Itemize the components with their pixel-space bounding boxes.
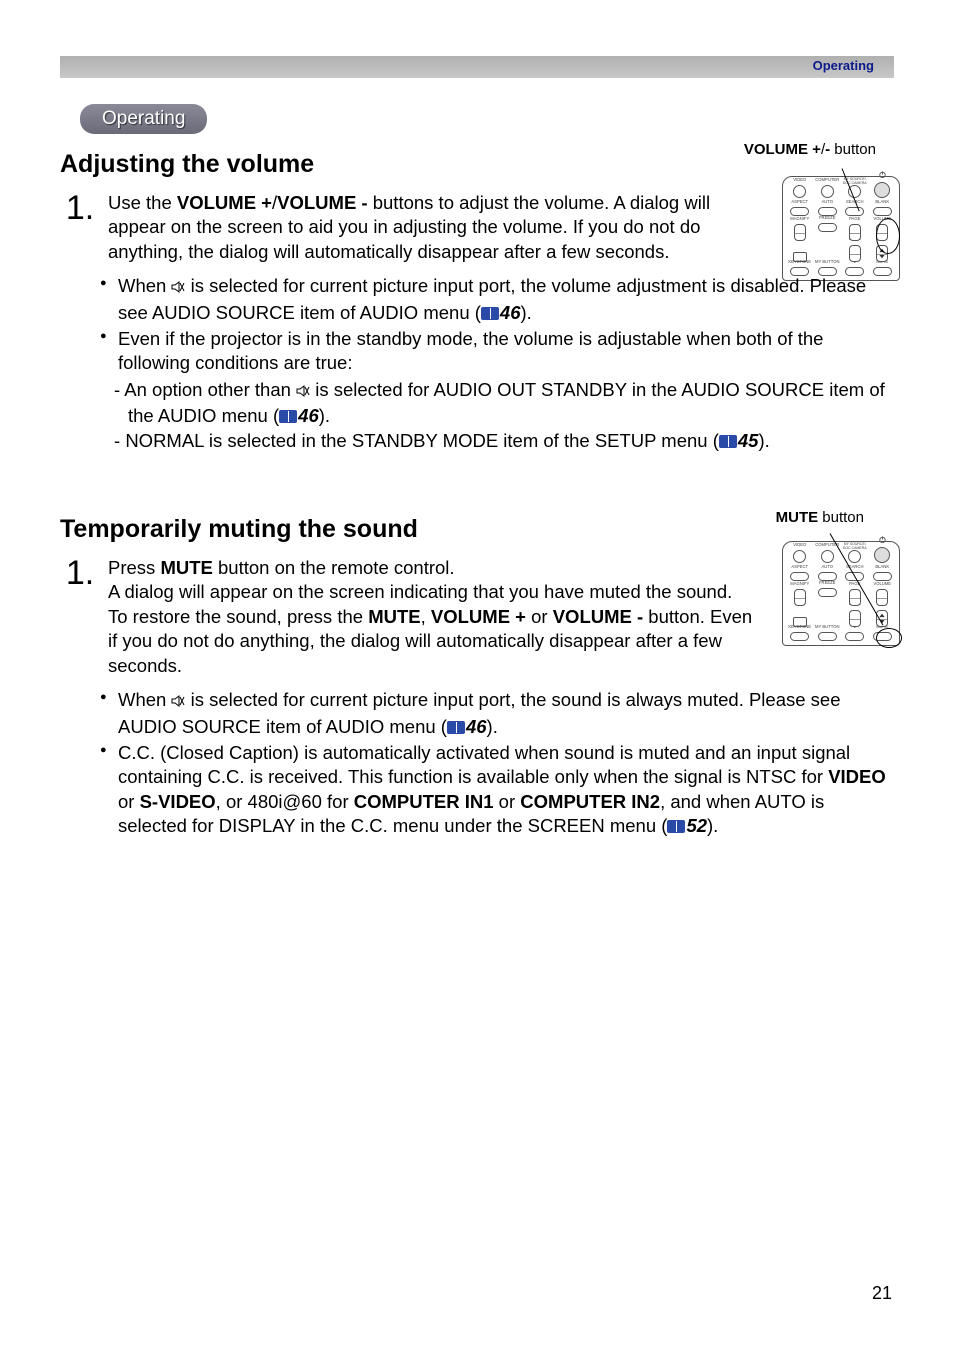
book-reference-icon	[447, 721, 465, 734]
remote-keystone-button	[790, 632, 809, 641]
mute-icon	[296, 380, 310, 404]
remote-volume-button	[876, 589, 888, 606]
mute-icon	[171, 690, 185, 714]
remote-mybutton2-button	[845, 632, 864, 641]
step-number: 1.	[60, 191, 100, 225]
remote-aspect-button	[790, 207, 809, 216]
remote-freeze-button	[818, 588, 837, 597]
remote-magnify-button	[794, 589, 806, 606]
remote-search-button	[845, 207, 864, 216]
header-bar: Operating	[60, 56, 894, 78]
remote-page-button	[849, 589, 861, 606]
remote-video-button	[793, 550, 806, 563]
section1-bullet1: When is selected for current picture inp…	[104, 274, 894, 325]
remote-mysource-button	[848, 550, 861, 563]
page-number: 21	[872, 1283, 892, 1304]
remote-arrow-button	[876, 245, 888, 262]
remote-mybutton1-button	[818, 632, 837, 641]
remote-aspect-button	[790, 572, 809, 581]
section1-step-body: Use the VOLUME +/VOLUME - buttons to adj…	[108, 191, 754, 264]
remote-page-button	[849, 224, 861, 241]
page-content: Adjusting the volume VOLUME +/- button V…	[60, 148, 894, 1270]
section1-bullet2: Even if the projector is in the standby …	[104, 327, 894, 453]
power-icon	[878, 535, 887, 546]
section-pill: Operating	[80, 104, 207, 134]
remote-power-button	[874, 547, 890, 563]
remote-magnify-button	[794, 224, 806, 241]
header-section-label: Operating	[813, 58, 874, 73]
section1-sub1: An option other than is selected for AUD…	[118, 378, 894, 429]
remote-control: VIDEO COMPUTER MY SOURCE/ DOC.CAMERA ASP…	[782, 541, 900, 646]
remote-video-button	[793, 185, 806, 198]
book-reference-icon	[279, 410, 297, 423]
remote-power-button	[874, 182, 890, 198]
mute-icon	[171, 276, 185, 300]
remote-illustration-volume: VIDEO COMPUTER MY SOURCE/ DOC.CAMERA ASP…	[782, 176, 900, 281]
book-reference-icon	[667, 820, 685, 833]
remote-freeze-button	[818, 223, 837, 232]
remote-updown-button	[849, 610, 861, 627]
remote-blank-button	[873, 572, 892, 581]
remote-mute-button	[873, 632, 892, 641]
remote-control: VIDEO COMPUTER MY SOURCE/ DOC.CAMERA ASP…	[782, 176, 900, 281]
remote-volume-button	[876, 224, 888, 241]
book-reference-icon	[719, 435, 737, 448]
remote-computer-button	[821, 185, 834, 198]
remote-updown-button	[849, 245, 861, 262]
remote-illustration-mute: VIDEO COMPUTER MY SOURCE/ DOC.CAMERA ASP…	[782, 541, 900, 646]
section2-title: Temporarily muting the sound	[60, 513, 894, 546]
caption-volplus: VOLUME +	[744, 141, 821, 158]
remote-computer-button	[821, 550, 834, 563]
section1-sub2: NORMAL is selected in the STANDBY MODE i…	[118, 429, 894, 453]
section2-bullet1: When is selected for current picture inp…	[104, 688, 894, 739]
volume-button-caption: VOLUME +/- button	[744, 142, 876, 159]
power-icon	[878, 170, 887, 181]
section2-bullet2: C.C. (Closed Caption) is automatically a…	[104, 741, 894, 839]
mute-button-caption: MUTE button	[776, 510, 864, 527]
book-reference-icon	[481, 307, 499, 320]
step-number: 1.	[60, 556, 100, 590]
section2-step-body: Press MUTE button on the remote control.…	[108, 556, 754, 678]
remote-blank-button	[873, 207, 892, 216]
